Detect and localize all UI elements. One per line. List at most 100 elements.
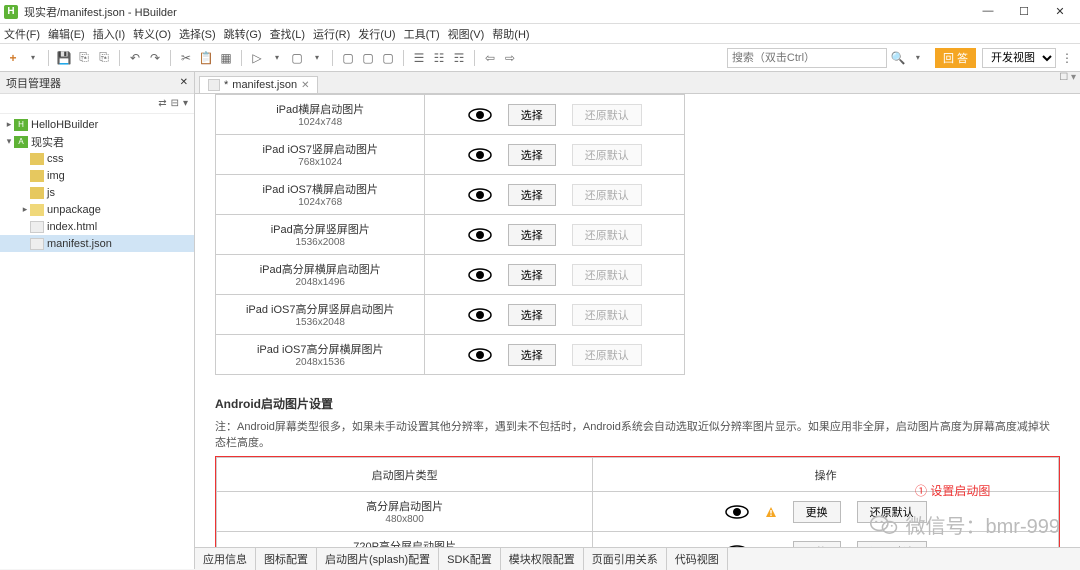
bottom-tab-6[interactable]: 代码视图 bbox=[667, 548, 728, 570]
sidebar-toolbar: ⇄ ⊟ ▾ bbox=[0, 94, 194, 114]
toolbar: + ▾ 💾 ⎘ ⎘ ↶ ↷ ✂ 📋 ▦ ▷ ▾ ▢ ▾ ▢ ▢ ▢ ☰ ☷ ☶ … bbox=[0, 44, 1080, 72]
box3-icon[interactable]: ▢ bbox=[379, 49, 397, 67]
tree-twisty-icon[interactable]: ▸ bbox=[4, 119, 14, 130]
restore-button: 还原默认 bbox=[572, 184, 642, 206]
search-dd-icon[interactable]: ▾ bbox=[909, 49, 927, 67]
search-icon[interactable]: 🔍 bbox=[889, 49, 907, 67]
replace-button[interactable]: 更换 bbox=[793, 541, 841, 548]
menu-item-2[interactable]: 插入(I) bbox=[93, 26, 125, 42]
tab-manifest[interactable]: *manifest.json ✕ bbox=[199, 76, 318, 93]
select-button[interactable]: 选择 bbox=[508, 264, 556, 286]
mode-config-icon[interactable]: ⋮ bbox=[1058, 49, 1076, 67]
preview-icon[interactable] bbox=[468, 308, 492, 322]
tool-icon[interactable]: ▦ bbox=[217, 49, 235, 67]
bottom-tab-5[interactable]: 页面引用关系 bbox=[584, 548, 667, 570]
bottom-tab-4[interactable]: 模块权限配置 bbox=[501, 548, 584, 570]
table-row: iPad高分屏横屏启动图片2048x1496选择还原默认 bbox=[216, 255, 685, 295]
editor-tabs-menu-icon[interactable]: ☐ ▾ bbox=[1059, 72, 1076, 83]
redo-icon[interactable]: ↷ bbox=[146, 49, 164, 67]
menu-item-8[interactable]: 发行(U) bbox=[358, 26, 395, 42]
preview-icon[interactable] bbox=[725, 545, 749, 548]
paste-icon[interactable]: 📋 bbox=[197, 49, 215, 67]
menu-item-4[interactable]: 选择(S) bbox=[179, 26, 216, 42]
tree-node-1[interactable]: ▾A现实君 bbox=[0, 133, 194, 150]
watermark: 微信号：bmr-999 bbox=[870, 510, 1060, 539]
preview-icon[interactable] bbox=[468, 228, 492, 242]
save-all-icon[interactable]: ⎘ bbox=[75, 49, 93, 67]
save-icon[interactable]: 💾 bbox=[55, 49, 73, 67]
restore-button[interactable]: 还原默认 bbox=[857, 541, 927, 548]
menu-item-6[interactable]: 查找(L) bbox=[270, 26, 305, 42]
select-button[interactable]: 选择 bbox=[508, 304, 556, 326]
select-button[interactable]: 选择 bbox=[508, 104, 556, 126]
menu-item-10[interactable]: 视图(V) bbox=[448, 26, 485, 42]
tree-node-label: js bbox=[47, 187, 55, 199]
tree-twisty-icon[interactable]: ▾ bbox=[4, 136, 14, 147]
new-dropdown-icon[interactable]: ▾ bbox=[24, 49, 42, 67]
menu-item-3[interactable]: 转义(O) bbox=[133, 26, 171, 42]
sidebar-menu-icon[interactable]: ▾ bbox=[183, 98, 188, 109]
tree-node-label: unpackage bbox=[47, 204, 101, 216]
tree-node-icon: H bbox=[14, 119, 28, 131]
replace-button[interactable]: 更换 bbox=[793, 501, 841, 523]
tree-node-2[interactable]: css bbox=[0, 150, 194, 167]
tab-close-icon[interactable]: ✕ bbox=[301, 80, 309, 91]
tab-label: manifest.json bbox=[232, 79, 297, 91]
back-icon[interactable]: ⇦ bbox=[481, 49, 499, 67]
link-editor-icon[interactable]: ⇄ bbox=[158, 98, 166, 109]
menu-item-0[interactable]: 文件(F) bbox=[4, 26, 40, 42]
bottom-tab-0[interactable]: 应用信息 bbox=[195, 548, 256, 570]
tree-node-0[interactable]: ▸HHelloHBuilder bbox=[0, 116, 194, 133]
menu-item-5[interactable]: 跳转(G) bbox=[224, 26, 262, 42]
layout2-icon[interactable]: ☷ bbox=[430, 49, 448, 67]
preview-icon[interactable] bbox=[468, 108, 492, 122]
box2-icon[interactable]: ▢ bbox=[359, 49, 377, 67]
search-input[interactable] bbox=[727, 48, 887, 68]
preview-icon[interactable] bbox=[725, 505, 749, 519]
view-mode-select[interactable]: 开发视图 bbox=[982, 48, 1056, 68]
run-icon[interactable]: ▷ bbox=[248, 49, 266, 67]
undo-icon[interactable]: ↶ bbox=[126, 49, 144, 67]
menu-item-11[interactable]: 帮助(H) bbox=[492, 26, 529, 42]
sidebar-close-icon[interactable]: ✕ bbox=[180, 77, 188, 88]
menu-item-9[interactable]: 工具(T) bbox=[404, 26, 440, 42]
bottom-tab-2[interactable]: 启动图片(splash)配置 bbox=[317, 548, 439, 570]
menu-item-1[interactable]: 编辑(E) bbox=[48, 26, 85, 42]
preview-icon[interactable] bbox=[468, 268, 492, 282]
close-button[interactable]: ✕ bbox=[1048, 5, 1072, 18]
tree-node-5[interactable]: ▸ unpackage bbox=[0, 201, 194, 218]
row-label: iPad高分屏竖屏图片1536x2008 bbox=[216, 215, 425, 255]
maximize-button[interactable]: ☐ bbox=[1012, 5, 1036, 18]
select-button[interactable]: 选择 bbox=[508, 224, 556, 246]
row-ops: 选择还原默认 bbox=[425, 95, 685, 135]
save-alt-button[interactable]: 回 答 bbox=[935, 48, 976, 68]
menu-item-7[interactable]: 运行(R) bbox=[313, 26, 350, 42]
tree-node-icon bbox=[30, 204, 44, 216]
tree-node-7[interactable]: manifest.json bbox=[0, 235, 194, 252]
cut-icon[interactable]: ✂ bbox=[177, 49, 195, 67]
collapse-icon[interactable]: ⊟ bbox=[171, 98, 179, 109]
preview-icon[interactable] bbox=[468, 348, 492, 362]
box1-icon[interactable]: ▢ bbox=[339, 49, 357, 67]
layout1-icon[interactable]: ☰ bbox=[410, 49, 428, 67]
select-button[interactable]: 选择 bbox=[508, 344, 556, 366]
sidebar: 项目管理器 ✕ ⇄ ⊟ ▾ ▸HHelloHBuilder▾A现实君cssimg… bbox=[0, 72, 195, 569]
device-icon[interactable]: ▢ bbox=[288, 49, 306, 67]
preview-icon[interactable] bbox=[468, 188, 492, 202]
tree-twisty-icon[interactable]: ▸ bbox=[20, 204, 30, 215]
minimize-button[interactable]: — bbox=[976, 5, 1000, 18]
device-dd-icon[interactable]: ▾ bbox=[308, 49, 326, 67]
preview-icon[interactable] bbox=[468, 148, 492, 162]
bottom-tab-3[interactable]: SDK配置 bbox=[439, 548, 501, 570]
tree-node-4[interactable]: js bbox=[0, 184, 194, 201]
layout3-icon[interactable]: ☶ bbox=[450, 49, 468, 67]
run-dd-icon[interactable]: ▾ bbox=[268, 49, 286, 67]
tree-node-3[interactable]: img bbox=[0, 167, 194, 184]
new-button[interactable]: + bbox=[4, 49, 22, 67]
select-button[interactable]: 选择 bbox=[508, 144, 556, 166]
tree-node-6[interactable]: index.html bbox=[0, 218, 194, 235]
bottom-tab-1[interactable]: 图标配置 bbox=[256, 548, 317, 570]
forward-icon[interactable]: ⇨ bbox=[501, 49, 519, 67]
select-button[interactable]: 选择 bbox=[508, 184, 556, 206]
copy-icon[interactable]: ⎘ bbox=[95, 49, 113, 67]
